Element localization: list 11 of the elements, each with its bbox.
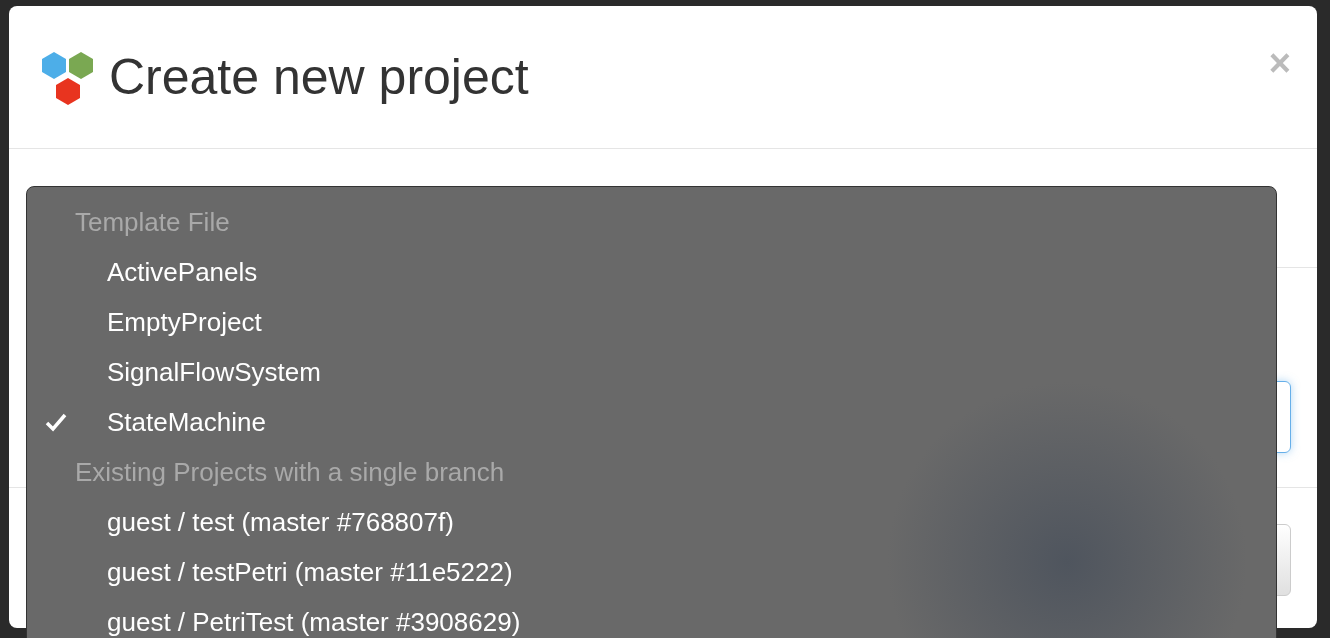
checkmark-icon: [45, 412, 67, 432]
dialog-title: Create new project: [109, 52, 529, 102]
menu-item[interactable]: ActivePanels: [27, 247, 1276, 297]
menu-item[interactable]: StateMachine: [27, 397, 1276, 447]
menu-item[interactable]: EmptyProject: [27, 297, 1276, 347]
menu-item[interactable]: guest / PetriTest (master #3908629): [27, 597, 1276, 638]
menu-item[interactable]: guest / test (master #768807f): [27, 497, 1276, 547]
group-header: Existing Projects with a single branch: [75, 455, 505, 489]
menu-item[interactable]: guest / testPetri (master #11e5222): [27, 547, 1276, 597]
group-header: Template File: [75, 205, 230, 239]
menu-item[interactable]: SignalFlowSystem: [27, 347, 1276, 397]
